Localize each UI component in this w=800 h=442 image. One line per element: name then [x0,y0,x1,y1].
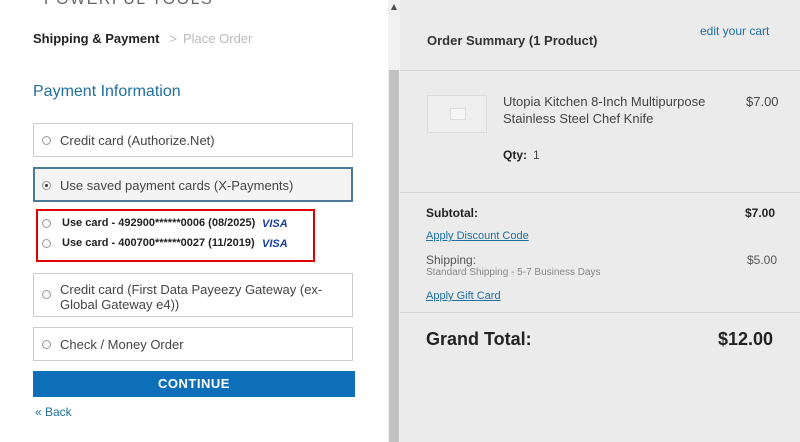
chevron-right-icon: > [169,31,177,46]
checkout-steps: Shipping & Payment > Place Order [33,31,252,46]
subtotal-label: Subtotal: [426,206,478,220]
product-quantity: Qty: 1 [503,148,540,162]
step-shipping-payment: Shipping & Payment [33,31,160,46]
product-image [427,95,487,133]
payment-option-check-money-order[interactable]: Check / Money Order [33,327,353,361]
divider [400,312,800,313]
visa-icon: VISA [262,238,288,250]
payment-option-saved-cards[interactable]: Use saved payment cards (X-Payments) [33,167,353,202]
payment-option-label: Use saved payment cards (X-Payments) [60,178,294,193]
payment-option-authorize-net[interactable]: Credit card (Authorize.Net) [33,123,353,157]
radio-icon[interactable] [42,290,51,299]
scroll-up-arrow-icon[interactable]: ▲ [388,0,400,14]
radio-icon[interactable] [42,340,51,349]
visa-icon: VISA [262,218,288,230]
order-summary-panel [400,0,800,442]
step-place-order: Place Order [183,31,253,46]
payment-option-label: Check / Money Order [60,337,184,352]
edit-cart-link[interactable]: edit your cart [700,24,769,38]
payment-option-first-data[interactable]: Credit card (First Data Payeezy Gateway … [33,273,353,317]
payment-option-label: Credit card (First Data Payeezy Gateway … [60,282,323,312]
radio-icon[interactable] [42,219,51,228]
product-name: Utopia Kitchen 8-Inch Multipurpose Stain… [503,94,706,126]
saved-card-label: Use card - 400700******0027 (11/2019) [62,237,255,249]
qty-value: 1 [533,148,540,162]
shipping-value: $5.00 [747,253,778,267]
continue-button[interactable]: CONTINUE [33,371,355,397]
grand-total-value: $12.00 [718,329,774,349]
back-link[interactable]: « Back [35,405,72,419]
apply-gift-card-link[interactable]: Apply Gift Card [426,290,501,302]
apply-discount-link[interactable]: Apply Discount Code [426,230,529,242]
radio-icon[interactable] [42,136,51,145]
radio-icon[interactable] [42,239,51,248]
brand-logo-text: POWERFUL TOOLS [44,0,213,9]
saved-cards-highlight: Use card - 492900******0006 (08/2025) VI… [36,209,315,262]
grand-total-label: Grand Total: [426,329,532,349]
radio-selected-icon[interactable] [42,181,51,190]
payment-information-heading: Payment Information [33,83,181,100]
image-placeholder-icon [450,108,466,120]
qty-label: Qty: [503,148,527,162]
product-price: $7.00 [746,94,779,109]
order-summary-title: Order Summary (1 Product) [427,33,598,48]
shipping-method: Standard Shipping - 5-7 Business Days [426,267,601,278]
divider [400,192,800,193]
shipping-label: Shipping: [426,253,477,267]
divider [400,70,800,71]
payment-option-label: Credit card (Authorize.Net) [60,133,215,148]
scrollbar-thumb[interactable] [389,70,399,442]
subtotal-value: $7.00 [745,206,776,220]
saved-card-label: Use card - 492900******0006 (08/2025) [62,217,256,229]
checkout-form-panel: POWERFUL TOOLS Shipping & Payment > Place … [0,0,388,442]
